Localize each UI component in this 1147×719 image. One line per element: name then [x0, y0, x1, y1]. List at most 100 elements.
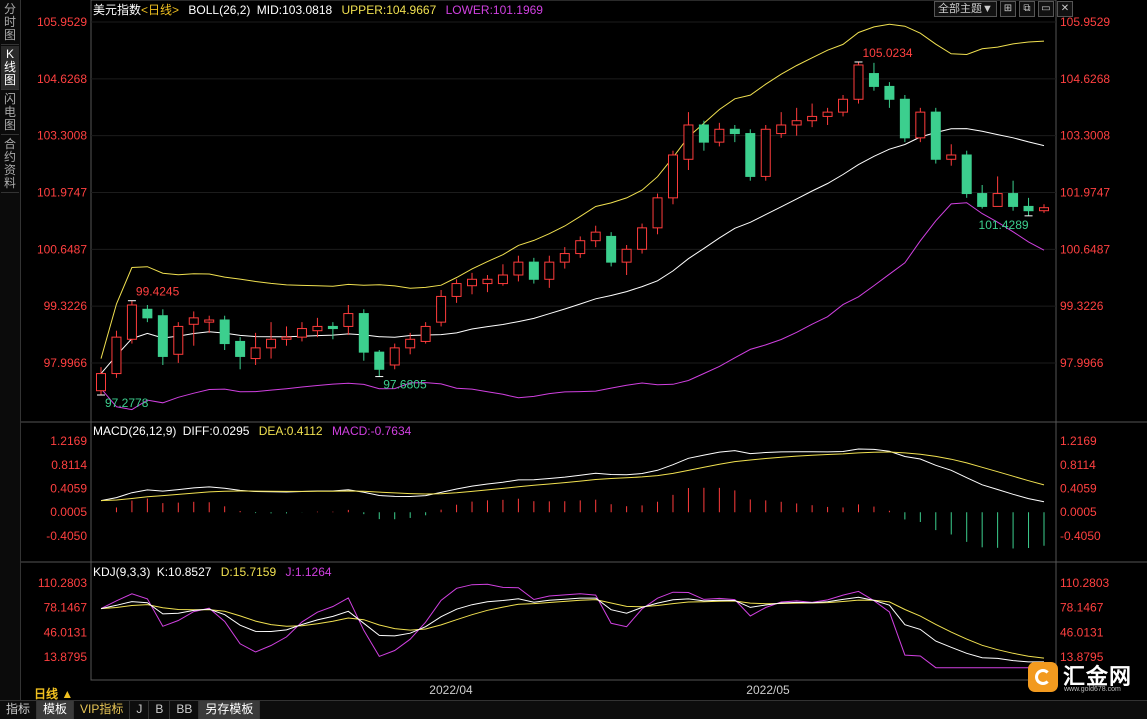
- boll-upper-line: [100, 23, 1045, 359]
- vip-indicator-button[interactable]: VIP指标: [74, 701, 131, 719]
- candle-body: [343, 313, 354, 327]
- candle-body: [868, 73, 879, 87]
- candle-body: [637, 227, 648, 250]
- kline-chart[interactable]: 105.9529 105.9529 104.6268 104.6268 103.3008…: [21, 0, 1147, 700]
- instrument-name: 美元指数: [93, 3, 142, 17]
- price-tick-right: 100.6487: [1060, 242, 1110, 256]
- tab-kline[interactable]: K线图: [1, 46, 19, 90]
- bb-button[interactable]: BB: [170, 701, 200, 719]
- candle-body: [451, 283, 462, 297]
- extreme-label: 101.4289: [979, 218, 1029, 232]
- candle-body: [436, 295, 447, 323]
- candle-body: [714, 128, 725, 143]
- candle-body: [482, 278, 493, 285]
- candle-body: [899, 98, 910, 139]
- extreme-label: 99.4245: [136, 285, 180, 299]
- candle-body: [884, 85, 895, 100]
- macd-tick-right: -0.4050: [1060, 529, 1101, 543]
- macd-tick-right: 0.8114: [1060, 458, 1096, 472]
- boll-lower: LOWER:101.1969: [445, 3, 543, 17]
- kdj-tick-right: 46.0131: [1060, 625, 1104, 639]
- candle-body: [389, 347, 400, 366]
- kdj-tick-left: 110.2803: [38, 576, 87, 590]
- restore-icon[interactable]: ⧉: [1018, 1, 1035, 17]
- date-label: 2022/04: [429, 683, 473, 697]
- candle-body: [575, 240, 586, 255]
- bottom-toolbar: 指标 模板 VIP指标 J B BB 另存模板: [0, 700, 1147, 719]
- candle-body: [528, 261, 539, 280]
- price-tick-right: 99.3226: [1060, 299, 1104, 313]
- candle-body: [126, 304, 137, 340]
- extreme-label: 97.6805: [383, 378, 427, 392]
- logo-name: 汇金网: [1063, 664, 1133, 689]
- b-button[interactable]: B: [149, 701, 171, 719]
- kdj-d: D:15.7159: [220, 565, 277, 579]
- candle-body: [961, 154, 972, 195]
- candle-body: [776, 124, 787, 135]
- boll-upper: UPPER:104.9667: [341, 3, 437, 17]
- save-template-button[interactable]: 另存模板: [199, 701, 261, 719]
- candle-body: [915, 111, 926, 139]
- kdj-tick-right: 78.1467: [1060, 601, 1104, 615]
- candle-body: [467, 278, 478, 287]
- indicator-button[interactable]: 指标: [0, 701, 38, 719]
- candle-body: [745, 133, 756, 177]
- price-panel-frame: [90, 0, 1057, 423]
- boll-mid-line: [100, 128, 1045, 374]
- candle-body: [188, 317, 199, 325]
- kdj-j: J:1.1264: [285, 565, 332, 579]
- expand-icon[interactable]: ⊞: [999, 1, 1016, 17]
- theme-dropdown[interactable]: 全部主题▼: [934, 1, 997, 17]
- price-tick-left: 105.9529: [37, 15, 87, 29]
- price-tick-left: 103.3008: [37, 129, 87, 143]
- logo: 汇金网 www.gold678.com: [1028, 662, 1133, 693]
- extreme-label: 97.2778: [105, 396, 149, 410]
- candle-body: [683, 124, 694, 160]
- candle-body: [142, 308, 153, 319]
- date-label: 2022/05: [746, 683, 790, 697]
- candle-body: [327, 325, 338, 330]
- tab-tick[interactable]: 闪电图: [1, 91, 19, 135]
- logo-icon: [1028, 662, 1058, 692]
- boll-label: BOLL(26,2): [188, 3, 251, 17]
- kdj-panel-frame: [90, 561, 1057, 681]
- macd-panel-frame: [90, 421, 1057, 563]
- logo-url: www.gold678.com: [1064, 686, 1121, 693]
- price-tick-left: 99.3226: [44, 299, 88, 313]
- macd-dea: DEA:0.4112: [258, 424, 323, 438]
- boll-mid: MID:103.0818: [256, 3, 333, 17]
- chart-area[interactable]: 105.9529 105.9529 104.6268 104.6268 103.3008…: [21, 0, 1147, 700]
- macd-diff-line: [100, 448, 1045, 503]
- candle-body: [296, 328, 307, 338]
- macd-tick-left: 0.8114: [51, 458, 87, 472]
- candle-body: [497, 274, 508, 285]
- price-tick-right: 97.9966: [1060, 356, 1104, 370]
- candle-body: [930, 111, 941, 160]
- tab-contract-info[interactable]: 合约资料: [1, 136, 19, 193]
- candle-body: [667, 154, 678, 199]
- price-panel-header: 美元指数<日线> BOLL(26,2) MID:103.0818 UPPER:1…: [93, 1, 549, 18]
- candle-body: [312, 325, 323, 332]
- kdj-tick-left: 78.1467: [44, 601, 88, 615]
- macd-tick-left: -0.4050: [46, 529, 87, 543]
- candle-body: [760, 128, 771, 177]
- candle-body: [559, 253, 570, 263]
- candle-body: [698, 124, 709, 143]
- candle-body: [1039, 207, 1049, 212]
- candle-body: [111, 336, 122, 375]
- candle-body: [992, 193, 1003, 207]
- template-button[interactable]: 模板: [37, 701, 75, 719]
- candle-body: [853, 64, 864, 100]
- candle-body: [374, 351, 385, 370]
- j-button[interactable]: J: [130, 701, 150, 719]
- macd-tick-left: 0.4059: [50, 482, 87, 496]
- window-icon[interactable]: ▭: [1037, 1, 1054, 17]
- close-icon[interactable]: ✕: [1056, 1, 1073, 17]
- candle-body: [173, 325, 184, 355]
- candle-body: [420, 325, 431, 342]
- macd-tick-right: 0.4059: [1060, 482, 1097, 496]
- extreme-label: 105.0234: [862, 46, 912, 60]
- tab-intraday[interactable]: 分时图: [1, 1, 19, 45]
- price-tick-right: 105.9529: [1060, 15, 1110, 29]
- candle-body: [204, 319, 215, 323]
